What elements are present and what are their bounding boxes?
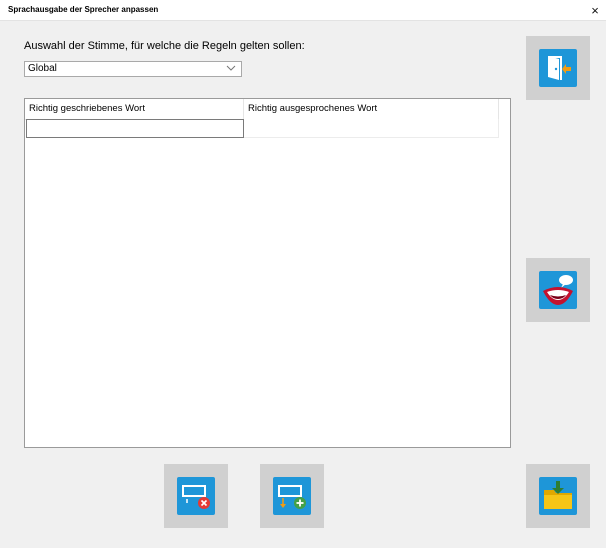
- title-bar: Sprachausgabe der Sprecher anpassen ×: [0, 0, 606, 21]
- grid-header: Richtig geschriebenes Wort Richtig ausge…: [25, 99, 499, 120]
- written-word-cell[interactable]: [26, 119, 244, 138]
- grid-scroll-area: [499, 99, 510, 447]
- window-title: Sprachausgabe der Sprecher anpassen: [8, 5, 159, 14]
- column-header-pronounced-word[interactable]: Richtig ausgesprochenes Wort: [244, 99, 499, 119]
- voice-select-value: Global: [28, 63, 57, 74]
- pronounced-word-cell[interactable]: [244, 119, 499, 138]
- close-button[interactable]: ×: [584, 0, 606, 20]
- pronunciation-rules-grid[interactable]: Richtig geschriebenes Wort Richtig ausge…: [24, 98, 511, 448]
- add-row-button[interactable]: [260, 464, 324, 528]
- exit-door-icon: [539, 49, 577, 87]
- chevron-down-icon: [226, 65, 236, 71]
- voice-selection-label: Auswahl der Stimme, für welche die Regel…: [24, 40, 305, 52]
- remove-row-icon: [177, 477, 215, 515]
- exit-button[interactable]: [526, 36, 590, 100]
- folder-download-icon: [539, 477, 577, 515]
- table-row[interactable]: [25, 119, 499, 138]
- delete-row-button[interactable]: [164, 464, 228, 528]
- add-row-icon: [273, 477, 311, 515]
- voice-select-dropdown[interactable]: Global: [24, 61, 242, 77]
- save-button[interactable]: [526, 464, 590, 528]
- speaking-mouth-icon: [539, 271, 577, 309]
- speak-button[interactable]: [526, 258, 590, 322]
- column-header-written-word[interactable]: Richtig geschriebenes Wort: [25, 99, 244, 119]
